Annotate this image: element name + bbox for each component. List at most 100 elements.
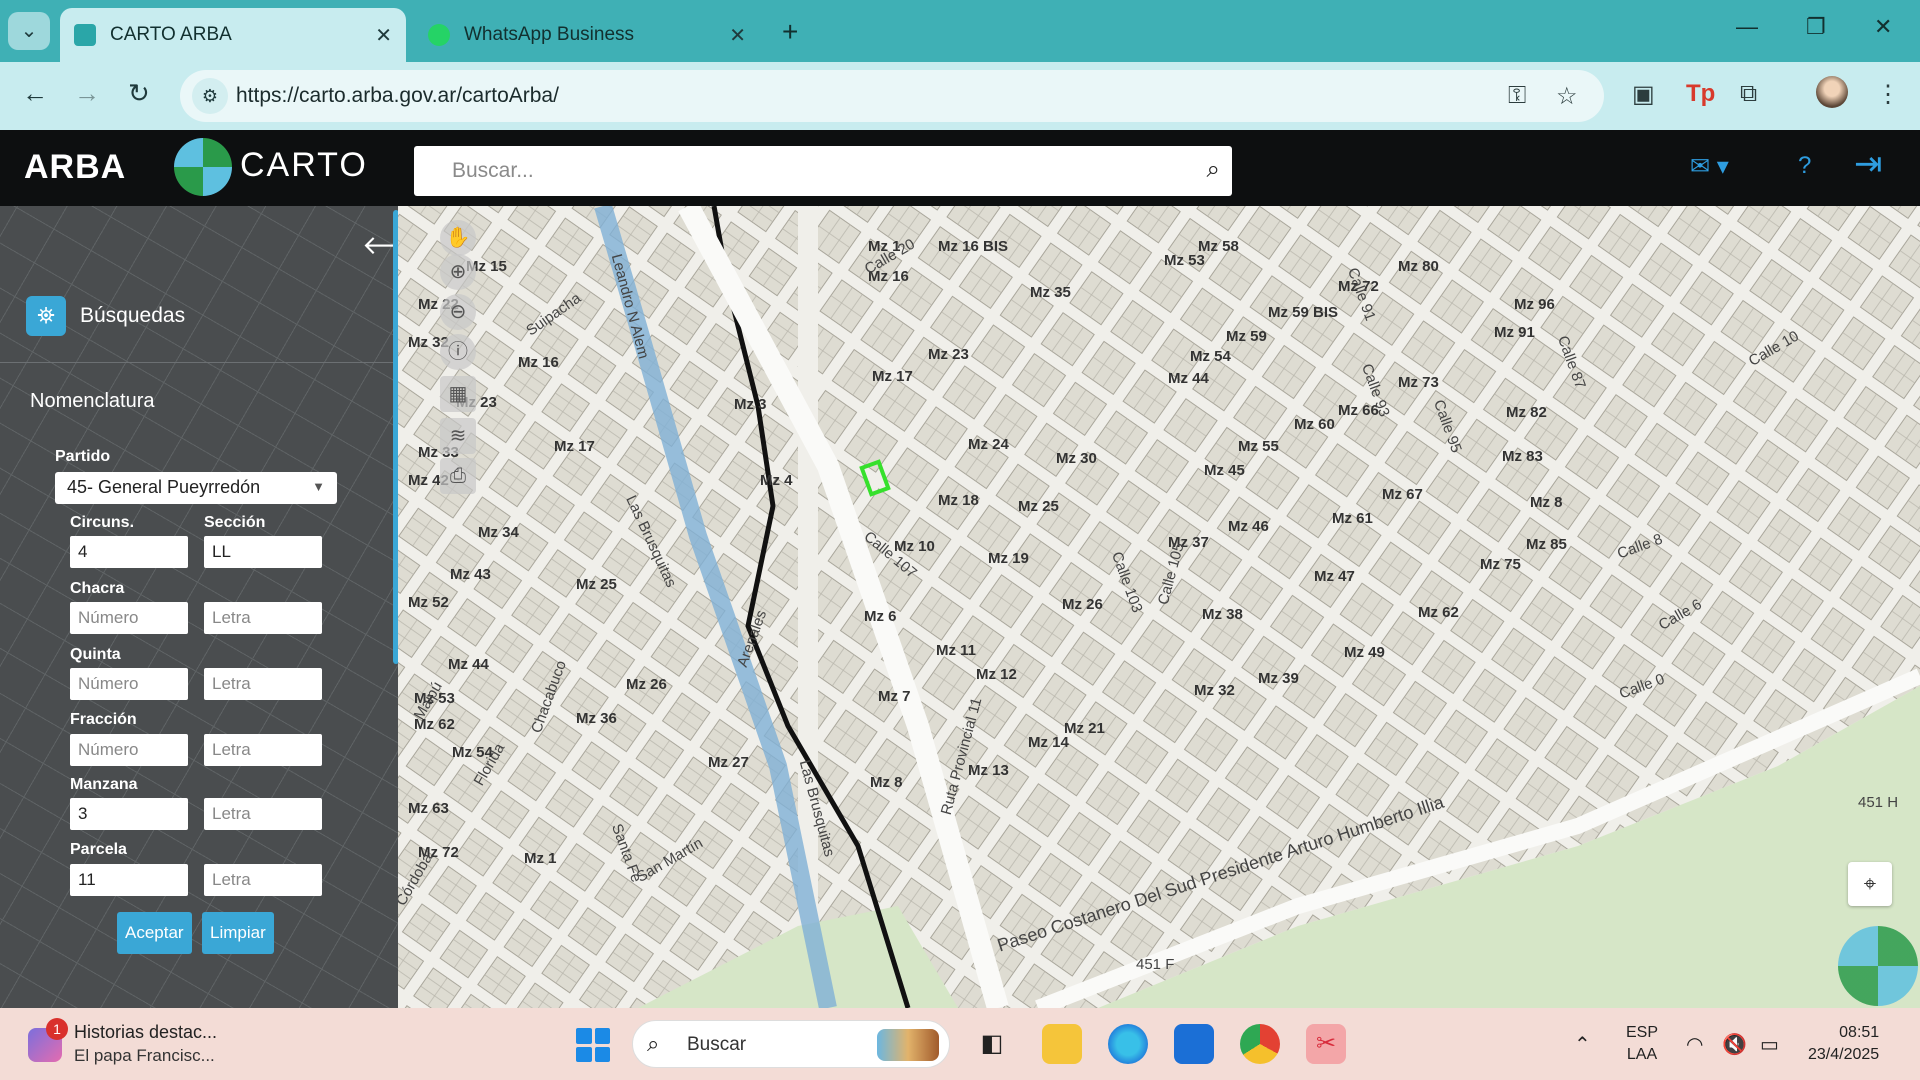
carto-logo-icon — [174, 138, 232, 196]
arba-logo[interactable]: ARBA — [24, 148, 126, 187]
tab-whatsapp-business[interactable]: WhatsApp Business ✕ — [414, 8, 760, 62]
zoom-out-icon[interactable]: ⊖ — [440, 294, 476, 330]
reload-icon[interactable]: ↻ — [128, 78, 150, 109]
manzana-label: Mz 8 — [1530, 494, 1563, 511]
mail-dropdown-icon[interactable]: ✉ ▾ — [1690, 152, 1729, 181]
zoom-in-icon[interactable]: ⊕ — [440, 254, 476, 290]
manzana-label: Mz 24 — [968, 436, 1009, 453]
task-view-icon[interactable]: ◧ — [972, 1024, 1012, 1064]
news-title[interactable]: Historias destac... — [74, 1022, 217, 1043]
close-tab-icon[interactable]: ✕ — [375, 23, 392, 48]
manzana-label: Mz 12 — [976, 666, 1017, 683]
manzana-label: Mz 60 — [1294, 416, 1335, 433]
browser-nav-bar: ← → ↻ ⚙ https://carto.arba.gov.ar/cartoA… — [0, 62, 1920, 130]
language-indicator[interactable]: ESP LAA — [1626, 1022, 1658, 1066]
nomenclatura-title[interactable]: Nomenclatura — [30, 390, 155, 413]
quinta-numero-input[interactable] — [70, 668, 188, 700]
battery-icon[interactable]: ▭ — [1760, 1032, 1779, 1057]
manzana-label: Mz 16 — [518, 354, 559, 371]
manzana-label: Mz 55 — [1238, 438, 1279, 455]
seccion-input[interactable] — [204, 536, 322, 568]
manzana-label: Mz 8 — [870, 774, 903, 791]
parcela-numero-input[interactable] — [70, 864, 188, 896]
tray-chevron-up-icon[interactable]: ⌃ — [1574, 1032, 1591, 1057]
map-search-input[interactable] — [414, 146, 1174, 196]
manzana-label: Mz 38 — [1202, 606, 1243, 623]
key-icon[interactable]: ⚿ — [1508, 82, 1526, 110]
manzana-label: Mz 32 — [1194, 682, 1235, 699]
edge-icon[interactable] — [1108, 1024, 1148, 1064]
manzana-label: Mz 52 — [408, 594, 449, 611]
partido-select[interactable]: 45- General Pueyrredón ▼ — [55, 472, 337, 504]
manzana-label: Mz 59 — [1226, 328, 1267, 345]
quinta-letra-input[interactable] — [204, 668, 322, 700]
news-subtitle[interactable]: El papa Francisc... — [74, 1046, 215, 1066]
minimize-icon[interactable]: — — [1736, 14, 1758, 40]
search-icon[interactable]: ⌕ — [1207, 156, 1220, 184]
clock-time: 08:51 — [1839, 1024, 1880, 1041]
map-search: ⌕ — [414, 146, 1232, 196]
system-clock[interactable]: 08:51 23/4/2025 — [1808, 1022, 1879, 1066]
manzana-label: Mz 35 — [1030, 284, 1071, 301]
parcela-letra-input[interactable] — [204, 864, 322, 896]
manzana-label: Mz 44 — [1168, 370, 1209, 387]
manzana-label: Mz 25 — [576, 576, 617, 593]
locate-me-icon[interactable]: ⌖ — [1848, 862, 1892, 906]
tab-title: WhatsApp Business — [464, 24, 635, 45]
fraccion-numero-input[interactable] — [70, 734, 188, 766]
tp-extension-icon[interactable]: Tp — [1686, 80, 1715, 108]
measure-icon[interactable]: ▦ — [440, 376, 476, 412]
pan-hand-icon[interactable]: ✋ — [440, 220, 476, 256]
url-text[interactable]: https://carto.arba.gov.ar/cartoArba/ — [236, 84, 559, 108]
keyboard-layout: LAA — [1626, 1046, 1658, 1063]
microsoft-store-icon[interactable] — [1174, 1024, 1214, 1064]
manzana-label: Mz 17 — [554, 438, 595, 455]
clock-date: 23/4/2025 — [1808, 1046, 1880, 1063]
profile-avatar[interactable] — [1816, 76, 1848, 108]
circuns-input[interactable] — [70, 536, 188, 568]
language-code: ESP — [1626, 1024, 1659, 1041]
site-settings-icon[interactable]: ⚙ — [192, 78, 228, 114]
limpiar-button[interactable]: Limpiar — [202, 912, 274, 954]
address-bar[interactable]: ⚙ https://carto.arba.gov.ar/cartoArba/ ⚿… — [180, 70, 1604, 122]
help-icon[interactable]: ? — [1798, 152, 1811, 180]
fraccion-letra-input[interactable] — [204, 734, 322, 766]
window-close-icon[interactable]: ✕ — [1874, 14, 1892, 40]
snipping-tool-icon[interactable]: ✂ — [1306, 1024, 1346, 1064]
windows-start-icon[interactable] — [576, 1028, 610, 1062]
print-icon[interactable]: ⎙ — [440, 458, 476, 494]
file-explorer-icon[interactable] — [1042, 1024, 1082, 1064]
manzana-label: Mz 1 — [524, 850, 557, 867]
extension-icon[interactable]: ▣ — [1632, 80, 1655, 109]
search-highlight-image — [877, 1029, 939, 1061]
puzzle-icon[interactable]: ⧉ — [1740, 80, 1757, 108]
tab-search-button[interactable]: ⌄ — [8, 12, 50, 50]
chrome-icon[interactable] — [1240, 1024, 1280, 1064]
manzana-label: Mz 18 — [938, 492, 979, 509]
taskbar-search[interactable]: ⌕ Buscar — [632, 1020, 950, 1068]
kebab-menu-icon[interactable]: ⋮ — [1876, 80, 1900, 109]
close-tab-icon[interactable]: ✕ — [729, 23, 746, 48]
forward-arrow-icon[interactable]: → — [74, 78, 100, 109]
cadastral-map[interactable]: Mz 1 Mz 16 BIS Mz 58 Mz 15 Mz 16 Mz 53 Mz 80 Mz… — [398, 206, 1920, 1008]
chacra-letra-input[interactable] — [204, 602, 322, 634]
manzana-label: Manzana — [70, 776, 138, 793]
star-icon[interactable]: ☆ — [1556, 82, 1578, 111]
logout-icon[interactable]: ⇥ — [1854, 144, 1883, 184]
manzana-label: Mz 11 — [936, 642, 977, 659]
busquedas-header[interactable]: ⛯ Búsquedas — [26, 296, 185, 336]
carto-watermark-icon — [1838, 926, 1918, 1006]
manzana-numero-input[interactable] — [70, 798, 188, 830]
layers-icon[interactable]: ≋ — [440, 418, 476, 454]
restore-icon[interactable]: ❐ — [1806, 14, 1826, 40]
wifi-icon[interactable]: ◠ — [1686, 1032, 1703, 1057]
arba-favicon-icon — [74, 24, 96, 46]
manzana-letra-input[interactable] — [204, 798, 322, 830]
tab-carto-arba[interactable]: CARTO ARBA ✕ — [60, 8, 406, 62]
chacra-numero-input[interactable] — [70, 602, 188, 634]
volume-muted-icon[interactable]: 🔇 — [1722, 1032, 1747, 1057]
new-tab-plus-icon[interactable]: + — [782, 16, 798, 48]
info-icon[interactable]: ⓘ — [440, 334, 476, 370]
aceptar-button[interactable]: Aceptar — [117, 912, 192, 954]
back-arrow-icon[interactable]: ← — [22, 78, 48, 109]
